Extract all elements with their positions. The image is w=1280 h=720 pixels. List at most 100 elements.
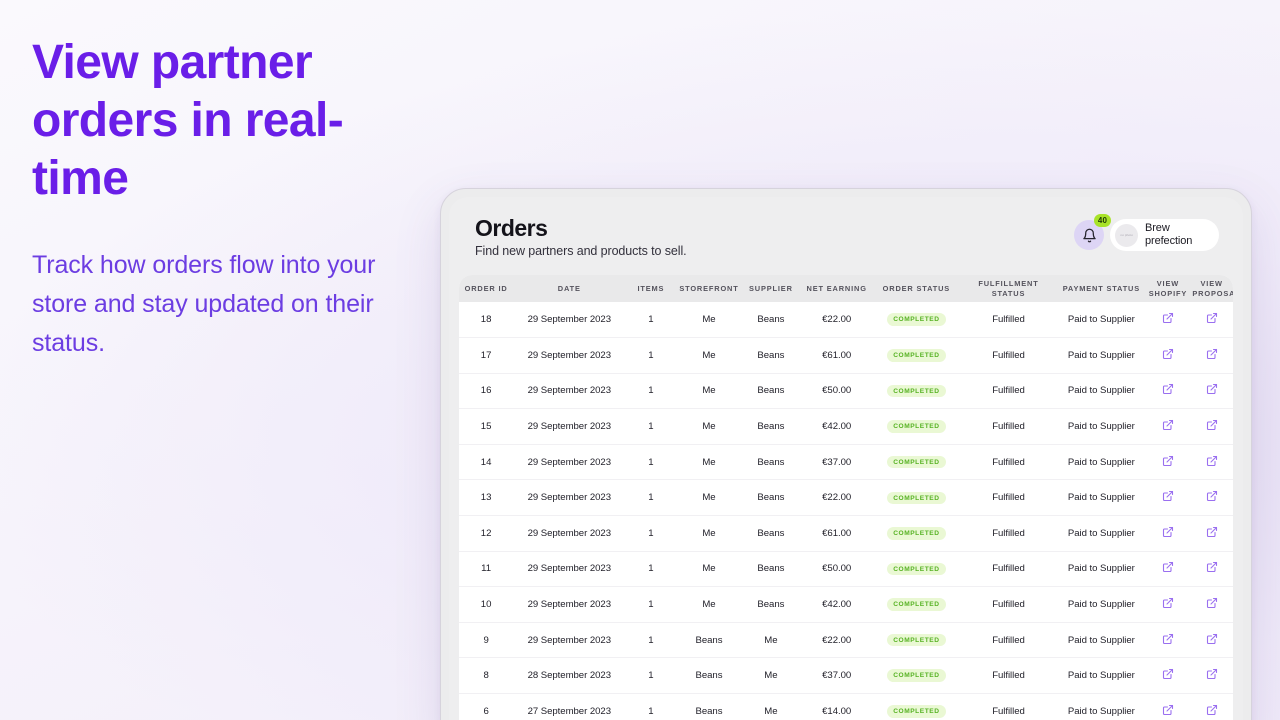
cell-supplier: Me [741,657,801,695]
external-link-icon[interactable] [1206,312,1218,324]
cell-items: 1 [625,586,677,623]
cell-order-status: COMPLETED [873,622,960,659]
cell-date: 29 September 2023 [513,479,626,517]
table-row[interactable]: 17 29 September 2023 1 Me Beans €61.00 COMPLET… [459,337,1233,374]
cell-view-proposal[interactable] [1190,586,1233,623]
cell-view-shopify[interactable] [1145,622,1191,659]
cell-order-status: COMPLETED [873,694,960,720]
cell-view-shopify[interactable] [1145,444,1191,481]
cell-view-shopify[interactable] [1145,302,1191,339]
external-link-icon[interactable] [1162,526,1174,538]
external-link-icon[interactable] [1206,526,1218,538]
table-row[interactable]: 10 29 September 2023 1 Me Beans €42.00 COMPLET… [459,586,1233,623]
external-link-icon[interactable] [1162,455,1174,467]
cell-order-status: COMPLETED [873,444,960,481]
cell-view-proposal[interactable] [1190,515,1233,552]
column-header-payment-status[interactable]: PAYMENT STATUS [1057,275,1146,302]
profile-menu[interactable]: no photo Brew prefection [1110,219,1219,251]
cell-view-shopify[interactable] [1145,551,1191,588]
external-link-icon[interactable] [1162,312,1174,324]
cell-view-shopify[interactable] [1145,408,1191,445]
table-row[interactable]: 16 29 September 2023 1 Me Beans €50.00 COMPLET… [459,373,1233,410]
cell-order-id: 15 [459,408,514,445]
cell-fulfillment-status: Fulfilled [959,373,1058,410]
cell-supplier: Beans [741,586,801,623]
cell-view-proposal[interactable] [1190,479,1233,517]
cell-view-proposal[interactable] [1190,622,1233,659]
column-header-view-shopify[interactable]: VIEW SHOPIFY [1145,275,1191,302]
external-link-icon[interactable] [1206,561,1218,573]
cell-view-shopify[interactable] [1145,657,1191,695]
cell-payment-status: Paid to Supplier [1057,408,1146,445]
cell-view-proposal[interactable] [1190,444,1233,481]
cell-order-id: 12 [459,515,514,552]
cell-view-proposal[interactable] [1190,694,1233,720]
external-link-icon[interactable] [1206,490,1218,502]
cell-view-proposal[interactable] [1190,551,1233,588]
cell-order-status: COMPLETED [873,515,960,552]
marketing-copy: View partner orders in real-time Track h… [32,34,422,363]
external-link-icon[interactable] [1162,668,1174,680]
external-link-icon[interactable] [1162,348,1174,360]
table-row[interactable]: 11 29 September 2023 1 Me Beans €50.00 COMPLET… [459,551,1233,588]
cell-view-proposal[interactable] [1190,337,1233,374]
external-link-icon[interactable] [1162,490,1174,502]
column-header-view-proposal[interactable]: VIEW PROPOSAL [1190,275,1233,302]
cell-view-shopify[interactable] [1145,373,1191,410]
external-link-icon[interactable] [1206,383,1218,395]
table-row[interactable]: 13 29 September 2023 1 Me Beans €22.00 COMPLET… [459,479,1233,517]
table-row[interactable]: 15 29 September 2023 1 Me Beans €42.00 COMPLET… [459,408,1233,445]
column-header-date[interactable]: DATE [513,275,626,302]
external-link-icon[interactable] [1162,597,1174,609]
external-link-icon[interactable] [1162,561,1174,573]
cell-view-shopify[interactable] [1145,479,1191,517]
cell-fulfillment-status: Fulfilled [959,302,1058,339]
cell-order-status: COMPLETED [873,657,960,695]
cell-view-shopify[interactable] [1145,586,1191,623]
cell-storefront: Me [676,551,742,588]
table-row[interactable]: 14 29 September 2023 1 Me Beans €37.00 COMPLET… [459,444,1233,481]
column-header-order-status[interactable]: ORDER STATUS [873,275,960,302]
external-link-icon[interactable] [1206,455,1218,467]
column-header-net-earning[interactable]: NET EARNING [800,275,874,302]
orders-table: ORDER ID DATE ITEMS STOREFRONT SUPPLIER … [459,275,1233,720]
cell-storefront: Me [676,337,742,374]
cell-payment-status: Paid to Supplier [1057,444,1146,481]
avatar-placeholder-text: no photo [1120,233,1133,237]
column-header-fulfillment-status[interactable]: FULFILLMENT STATUS [959,275,1058,302]
status-badge: COMPLETED [887,598,946,611]
external-link-icon[interactable] [1206,704,1218,716]
cell-view-proposal[interactable] [1190,302,1233,339]
cell-fulfillment-status: Fulfilled [959,408,1058,445]
external-link-icon[interactable] [1206,633,1218,645]
external-link-icon[interactable] [1206,419,1218,431]
cell-view-proposal[interactable] [1190,408,1233,445]
notifications-button[interactable]: 40 [1074,214,1111,250]
cell-view-proposal[interactable] [1190,373,1233,410]
cell-view-shopify[interactable] [1145,694,1190,720]
cell-payment-status: Paid to Supplier [1057,302,1146,339]
table-row[interactable]: 6 27 September 2023 1 Beans Me €14.00 COMPLETE… [459,694,1233,720]
cell-items: 1 [625,657,677,695]
column-header-items[interactable]: ITEMS [625,275,677,302]
cell-fulfillment-status: Fulfilled [959,551,1058,588]
table-row[interactable]: 12 29 September 2023 1 Me Beans €61.00 COMPLET… [459,515,1233,552]
cell-date: 29 September 2023 [513,622,626,659]
table-row[interactable]: 8 28 September 2023 1 Beans Me €37.00 COMPLETE… [459,657,1233,695]
external-link-icon[interactable] [1162,419,1174,431]
cell-view-shopify[interactable] [1145,515,1191,552]
table-row[interactable]: 18 29 September 2023 1 Me Beans €22.00 COMPLET… [459,302,1233,339]
external-link-icon[interactable] [1206,597,1218,609]
external-link-icon[interactable] [1162,633,1174,645]
external-link-icon[interactable] [1162,383,1174,395]
external-link-icon[interactable] [1162,704,1174,716]
column-header-supplier[interactable]: SUPPLIER [741,275,801,302]
external-link-icon[interactable] [1206,348,1218,360]
cell-view-shopify[interactable] [1145,337,1191,374]
table-row[interactable]: 9 29 September 2023 1 Beans Me €22.00 COMPLETE… [459,622,1233,659]
avatar: no photo [1115,223,1138,247]
external-link-icon[interactable] [1206,668,1218,680]
column-header-storefront[interactable]: STOREFRONT [676,275,742,302]
column-header-order-id[interactable]: ORDER ID [459,275,514,302]
cell-view-proposal[interactable] [1190,657,1233,695]
